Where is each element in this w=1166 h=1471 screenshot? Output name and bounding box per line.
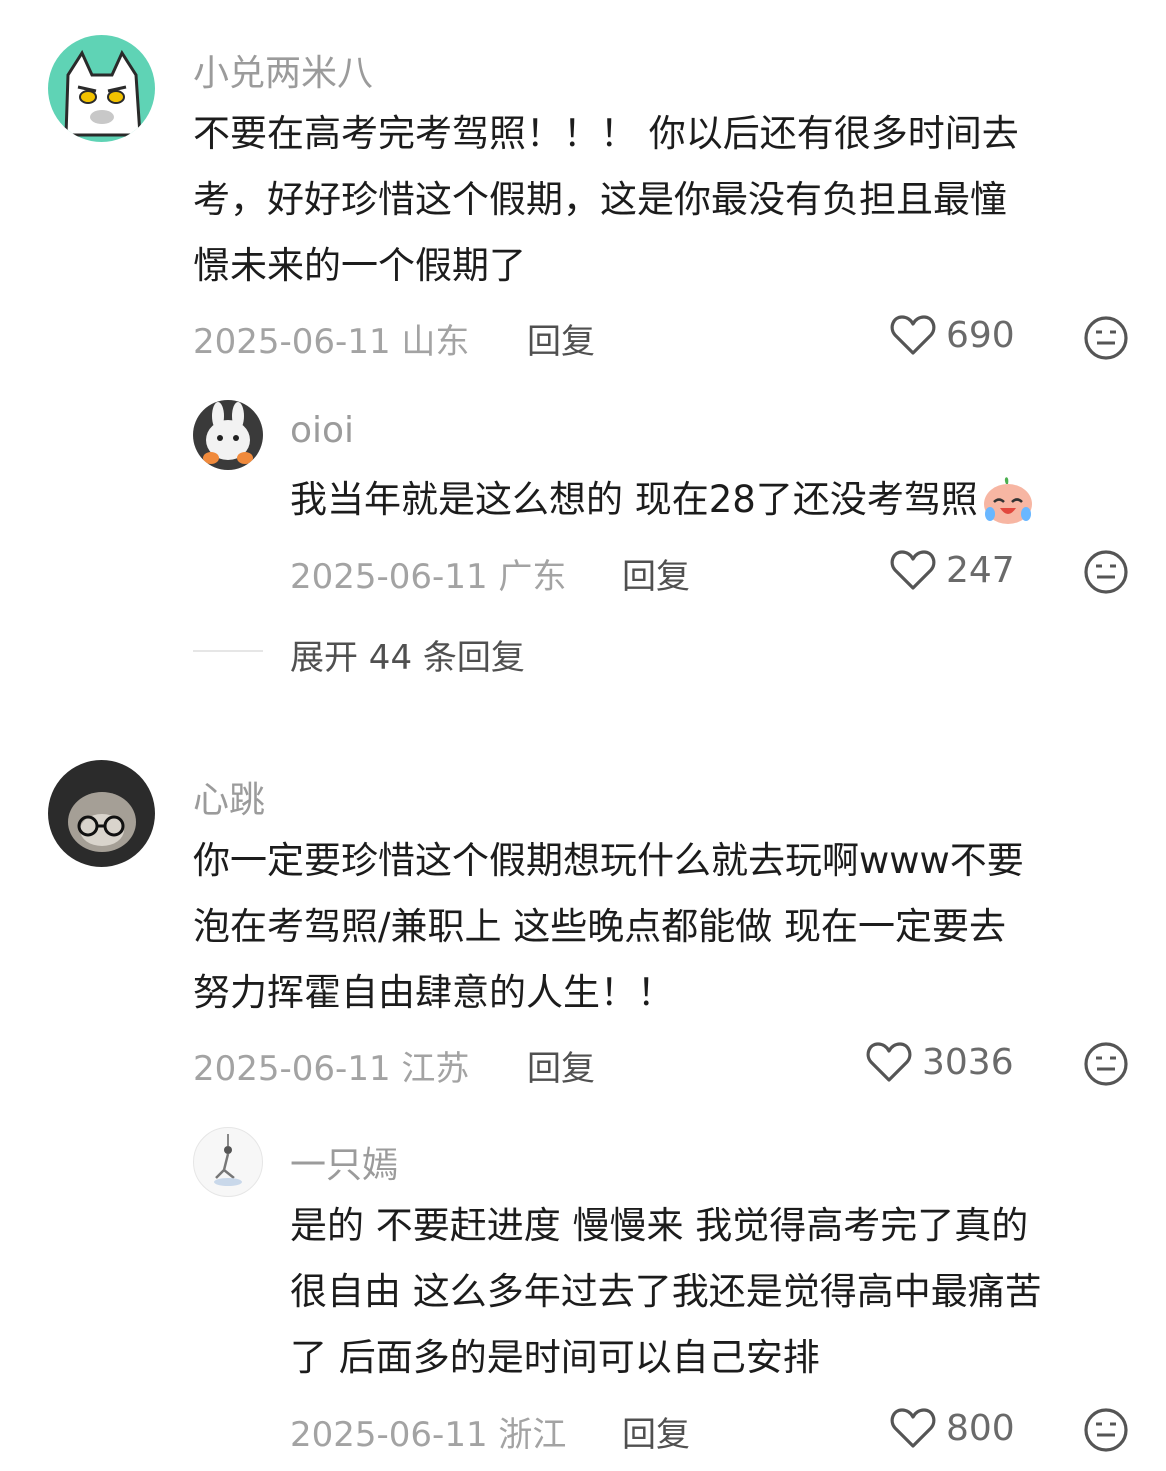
avatar[interactable] — [193, 400, 263, 470]
comment-date-location: 2025-06-11 广东 — [290, 549, 566, 598]
heart-outline-icon — [890, 550, 936, 590]
expand-replies-button[interactable]: 展开 44 条回复 — [290, 630, 525, 679]
comment-text: 我当年就是这么想的 现在28了还没考驾照 — [290, 478, 978, 521]
yoga-figure-avatar-icon — [214, 1134, 242, 1186]
comment-text-row: 我当年就是这么想的 现在28了还没考驾照 — [290, 467, 1140, 533]
reply-button[interactable]: 回复 — [527, 314, 595, 363]
meh-face-icon — [1084, 1408, 1128, 1452]
dislike-button[interactable] — [1083, 315, 1129, 365]
crying-laughing-emoji — [983, 477, 1032, 524]
like-count: 3036 — [922, 1041, 1014, 1083]
meh-face-icon — [1084, 1042, 1128, 1086]
reply-button[interactable]: 回复 — [622, 1407, 690, 1456]
like-count: 800 — [946, 1407, 1015, 1449]
comment-date: 2025-06-11 — [193, 1049, 391, 1089]
comment-date-location: 2025-06-11 浙江 — [290, 1407, 566, 1456]
username[interactable]: oioi — [290, 410, 354, 451]
cat-glasses-avatar-icon — [68, 792, 136, 852]
username[interactable]: 一只嫣 — [290, 1136, 398, 1188]
reply-button[interactable]: 回复 — [622, 549, 690, 598]
like-count: 690 — [946, 314, 1015, 356]
comment-date-location: 2025-06-11 山东 — [193, 314, 469, 363]
comment-text: 你一定要珍惜这个假期想玩什么就去玩啊www不要 泡在考驾照/兼职上 这些晚点都能… — [193, 839, 1024, 1014]
comment-text: 是的 不要赶进度 慢慢来 我觉得高考完了真的 很自由 这么多年过去了我还是觉得高… — [290, 1204, 1042, 1379]
comment-date: 2025-06-11 — [193, 322, 391, 362]
comment-date-location: 2025-06-11 江苏 — [193, 1041, 469, 1090]
dislike-button[interactable] — [1083, 1041, 1129, 1091]
rabbit-avatar-icon — [203, 402, 253, 464]
meh-face-icon — [1084, 550, 1128, 594]
comment-text: 不要在高考完考驾照！！！ 你以后还有很多时间去 考，好好珍惜这个假期，这是你最没… — [193, 112, 1019, 287]
meh-face-icon — [1084, 316, 1128, 360]
comment-date: 2025-06-11 — [290, 557, 488, 597]
username[interactable]: 心跳 — [193, 771, 265, 823]
comment-location: 江苏 — [401, 1049, 470, 1089]
heart-outline-icon — [866, 1042, 912, 1082]
cat-avatar-icon — [64, 49, 142, 137]
like-button[interactable]: 690 — [890, 314, 1015, 356]
heart-outline-icon — [890, 315, 936, 355]
username[interactable]: 小兑两米八 — [193, 44, 373, 96]
like-button[interactable]: 3036 — [866, 1041, 1014, 1083]
reply-button[interactable]: 回复 — [527, 1041, 595, 1090]
like-count: 247 — [946, 549, 1015, 591]
dislike-button[interactable] — [1083, 549, 1129, 599]
heart-outline-icon — [890, 1408, 936, 1448]
expand-divider — [193, 650, 263, 652]
avatar[interactable] — [48, 35, 155, 142]
avatar[interactable] — [193, 1127, 263, 1197]
like-button[interactable]: 800 — [890, 1407, 1015, 1449]
avatar[interactable] — [48, 760, 155, 867]
comment-location: 广东 — [498, 557, 567, 597]
dislike-button[interactable] — [1083, 1407, 1129, 1457]
comment-location: 山东 — [401, 322, 470, 362]
like-button[interactable]: 247 — [890, 549, 1015, 591]
comment-location: 浙江 — [498, 1415, 567, 1455]
comment-date: 2025-06-11 — [290, 1415, 488, 1455]
